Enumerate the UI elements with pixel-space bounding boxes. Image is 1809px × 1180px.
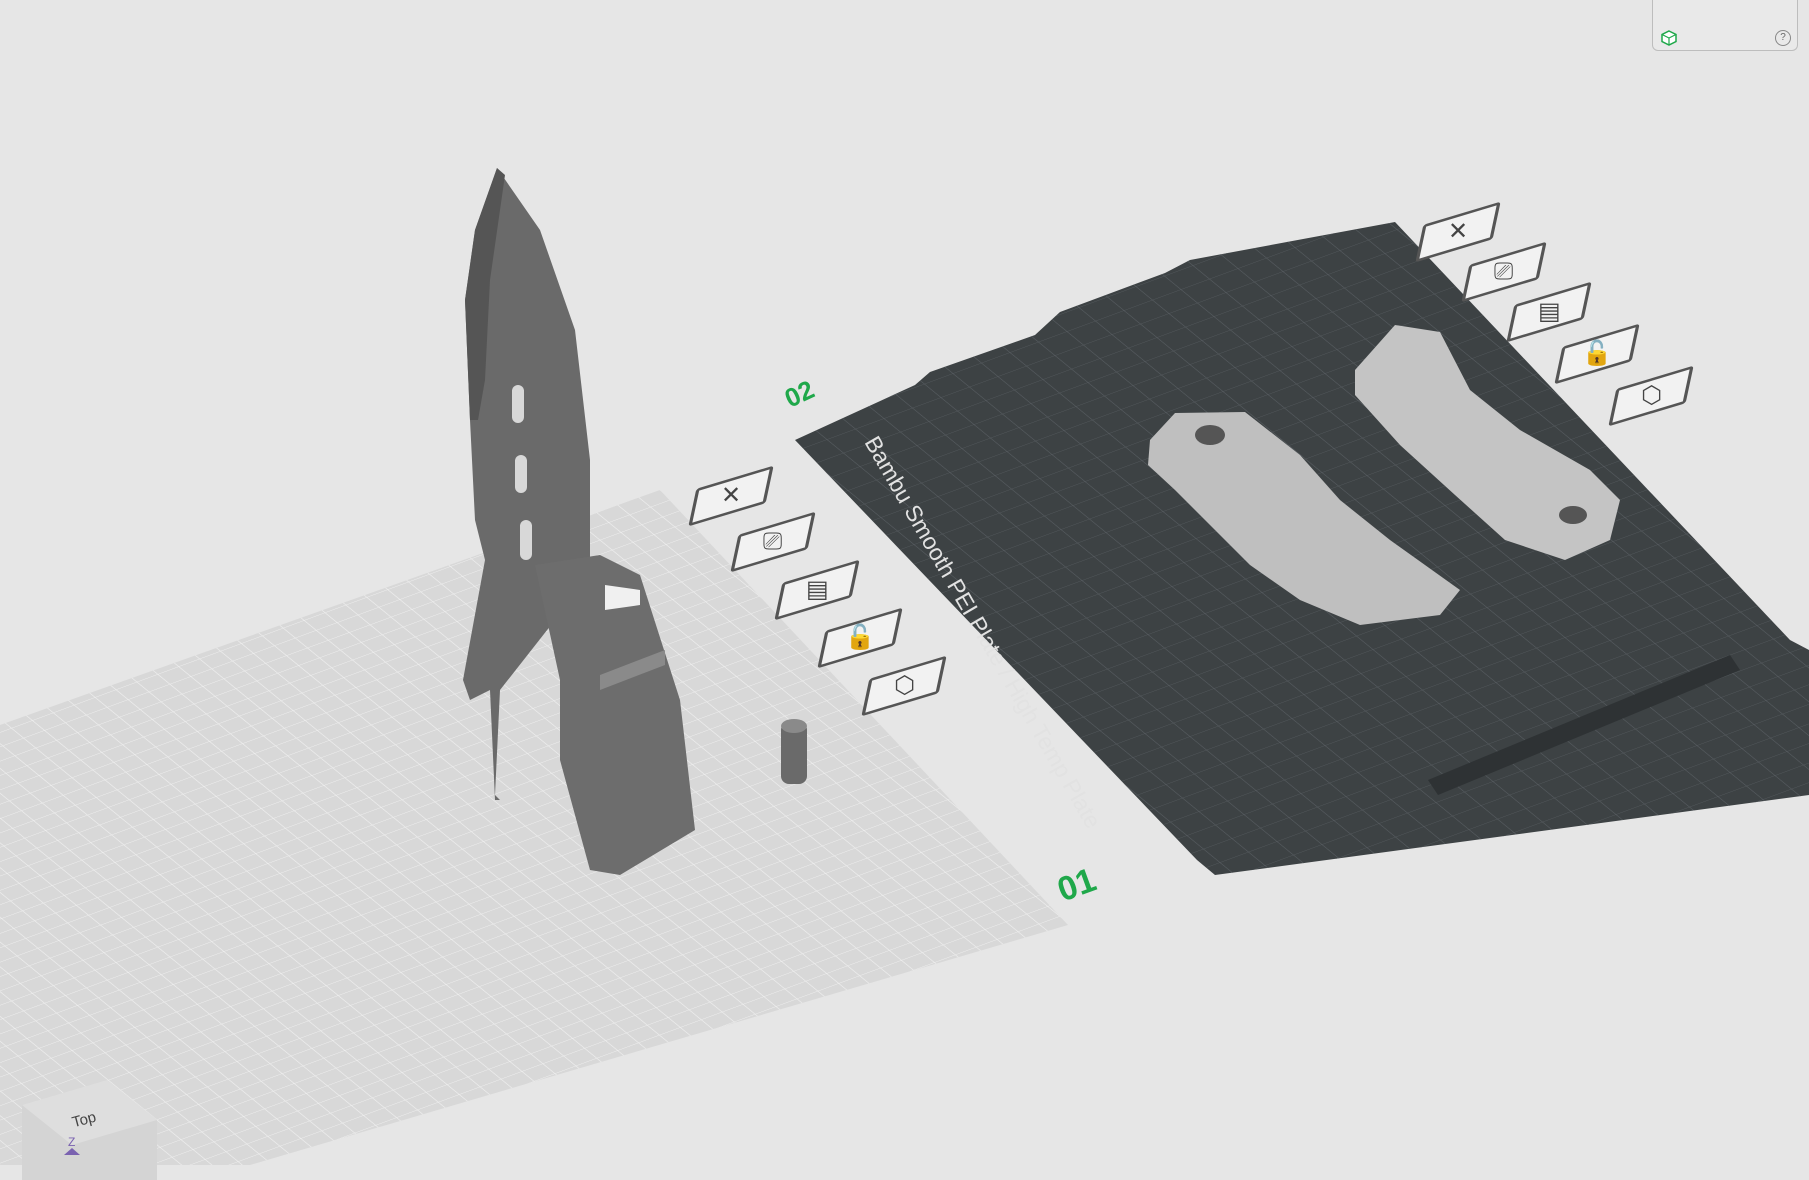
pin-model[interactable] [781,719,807,784]
plate-thumbnail-panel[interactable]: ? [1652,0,1798,51]
cube-icon [1661,30,1677,46]
auto-orient-icon: ⎚ [763,528,783,556]
close-icon: ✕ [1447,218,1469,246]
hexagon-settings-icon: ⬡ [893,672,915,700]
hexagon-settings-icon: ⬡ [1640,382,1662,410]
auto-orient-icon: ⎚ [1494,258,1514,286]
3d-viewport[interactable]: Bambu Smooth PEI Plate / High Temp Plate… [0,0,1809,1165]
view-cube-z-axis-label: Z [68,1135,75,1149]
close-icon: ✕ [720,482,742,510]
unlock-icon: 🔓 [845,624,875,652]
arrange-icon: ▤ [1537,298,1561,325]
help-icon[interactable]: ? [1775,30,1791,46]
unlock-icon: 🔓 [1582,340,1612,368]
view-cube[interactable]: Top Z [22,1080,157,1180]
arrange-icon: ▤ [805,576,829,603]
plate-2-number: 02 [780,374,819,413]
